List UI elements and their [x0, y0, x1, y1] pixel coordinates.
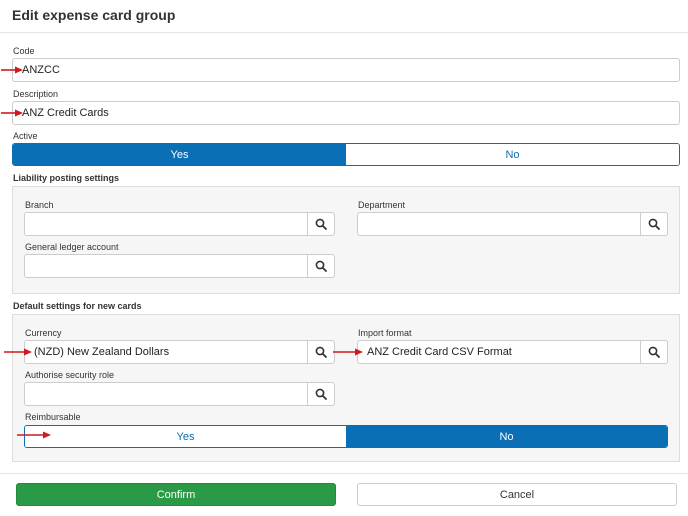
active-label: Active [13, 131, 38, 141]
dialog-title: Edit expense card group [12, 7, 176, 23]
branch-value[interactable] [25, 213, 307, 235]
currency-value[interactable]: (NZD) New Zealand Dollars [25, 341, 307, 363]
header-divider [0, 32, 688, 33]
description-field[interactable]: ANZ Credit Cards [12, 101, 680, 125]
branch-search-button[interactable] [307, 213, 334, 235]
annotation-arrow-icon [1, 66, 23, 74]
security-role-lookup[interactable] [24, 382, 335, 406]
currency-lookup[interactable]: (NZD) New Zealand Dollars [24, 340, 335, 364]
annotation-arrow-icon [4, 348, 32, 356]
reimbursable-toggle[interactable]: Yes No [24, 425, 668, 448]
active-toggle[interactable]: Yes No [12, 143, 680, 166]
reimbursable-label: Reimbursable [25, 412, 81, 422]
search-icon [315, 346, 327, 358]
code-field[interactable]: ANZCC [12, 58, 680, 82]
defaults-heading: Default settings for new cards [13, 301, 142, 311]
currency-label: Currency [25, 328, 62, 338]
gl-account-search-button[interactable] [307, 255, 334, 277]
description-label: Description [13, 89, 59, 99]
active-yes-option[interactable]: Yes [13, 144, 346, 165]
department-label: Department [358, 200, 406, 210]
reimbursable-no-option[interactable]: No [346, 426, 667, 447]
search-icon [315, 388, 327, 400]
gl-account-lookup[interactable] [24, 254, 335, 278]
department-value[interactable] [358, 213, 640, 235]
annotation-arrow-icon [1, 109, 23, 117]
cancel-button[interactable]: Cancel [357, 483, 677, 506]
department-lookup[interactable] [357, 212, 668, 236]
security-role-label: Authorise security role [25, 370, 115, 380]
annotation-arrow-icon [17, 431, 51, 439]
currency-search-button[interactable] [307, 341, 334, 363]
annotation-arrow-icon [333, 348, 363, 356]
search-icon [648, 218, 660, 230]
department-search-button[interactable] [640, 213, 667, 235]
import-format-search-button[interactable] [640, 341, 667, 363]
code-value: ANZCC [22, 64, 60, 76]
security-role-search-button[interactable] [307, 383, 334, 405]
code-label: Code [13, 46, 35, 56]
confirm-button[interactable]: Confirm [16, 483, 336, 506]
search-icon [315, 218, 327, 230]
import-format-value[interactable]: ANZ Credit Card CSV Format [358, 341, 640, 363]
footer-divider [0, 473, 688, 474]
security-role-value[interactable] [25, 383, 307, 405]
search-icon [648, 346, 660, 358]
active-no-option[interactable]: No [346, 144, 679, 165]
import-format-label: Import format [358, 328, 412, 338]
reimbursable-yes-option[interactable]: Yes [25, 426, 346, 447]
branch-label: Branch [25, 200, 54, 210]
gl-account-label: General ledger account [25, 242, 119, 252]
branch-lookup[interactable] [24, 212, 335, 236]
search-icon [315, 260, 327, 272]
liability-heading: Liability posting settings [13, 173, 120, 183]
description-value: ANZ Credit Cards [22, 107, 109, 119]
gl-account-value[interactable] [25, 255, 307, 277]
import-format-lookup[interactable]: ANZ Credit Card CSV Format [357, 340, 668, 364]
